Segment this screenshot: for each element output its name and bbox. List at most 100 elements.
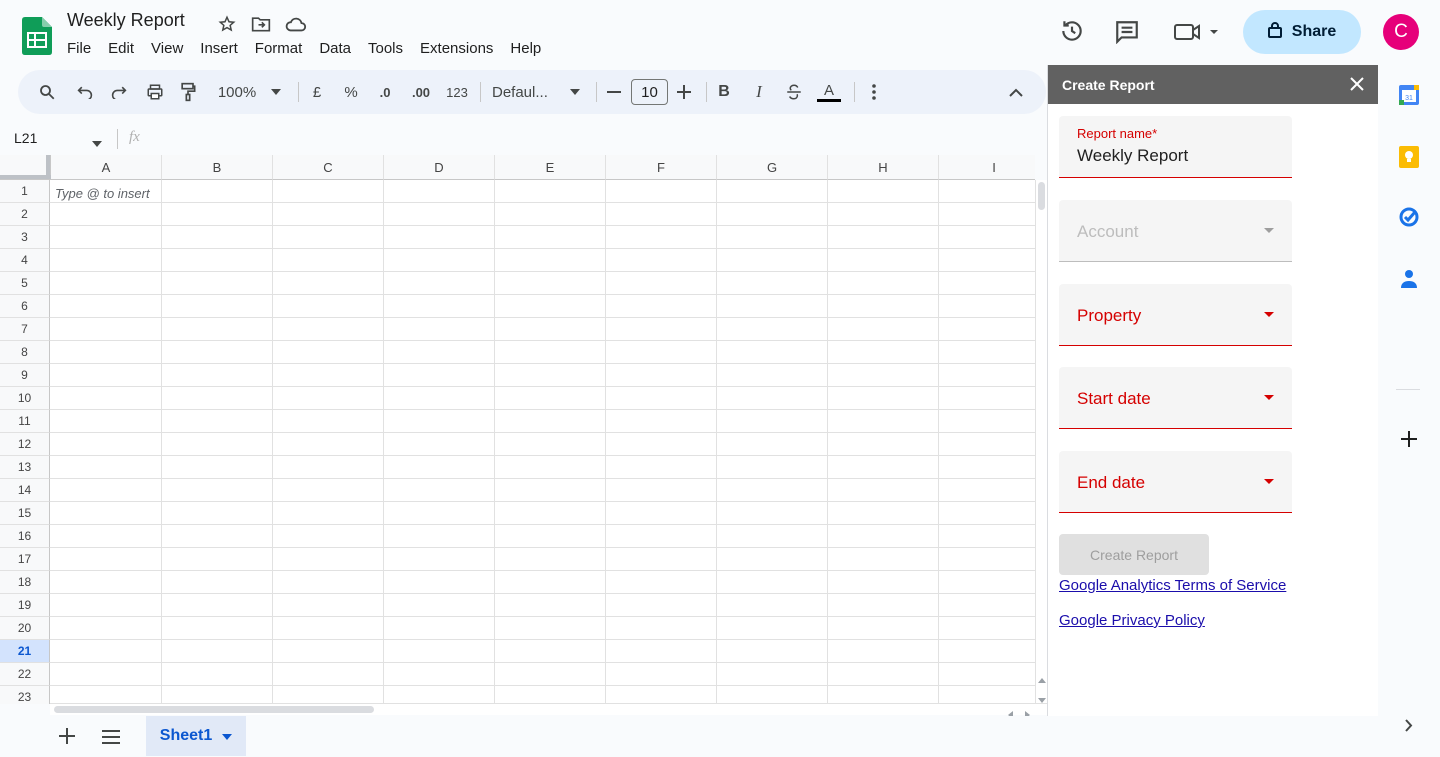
sheet-tab-active[interactable]: Sheet1 — [146, 716, 246, 756]
menu-format[interactable]: Format — [255, 40, 303, 57]
row-header[interactable]: 10 — [0, 387, 50, 410]
column-header[interactable]: B — [162, 155, 273, 180]
spreadsheet-grid[interactable]: A B C D E F G H I 1 2 3 4 5 6 7 8 9 10 1… — [0, 155, 1035, 704]
scroll-thumb[interactable] — [54, 706, 374, 713]
end-date-select[interactable]: End date — [1059, 451, 1292, 513]
row-header[interactable]: 19 — [0, 594, 50, 617]
start-date-select[interactable]: Start date — [1059, 367, 1292, 429]
paint-format-icon[interactable] — [175, 70, 201, 114]
row-header[interactable]: 18 — [0, 571, 50, 594]
column-header[interactable]: H — [828, 155, 939, 180]
document-title[interactable]: Weekly Report — [67, 10, 185, 31]
row-header[interactable]: 5 — [0, 272, 50, 295]
row-header[interactable]: 17 — [0, 548, 50, 571]
keep-icon[interactable] — [1399, 146, 1419, 173]
row-header[interactable]: 14 — [0, 479, 50, 502]
vertical-scrollbar[interactable] — [1035, 180, 1047, 715]
decrease-font-size-icon[interactable] — [605, 70, 623, 114]
row-header[interactable]: 12 — [0, 433, 50, 456]
create-report-button[interactable]: Create Report — [1059, 534, 1209, 575]
name-box[interactable]: L21 — [14, 130, 37, 146]
horizontal-scrollbar[interactable] — [50, 703, 1047, 719]
all-sheets-icon[interactable] — [102, 730, 120, 749]
row-header[interactable]: 11 — [0, 410, 50, 433]
menu-file[interactable]: File — [67, 40, 91, 57]
menu-data[interactable]: Data — [319, 40, 351, 57]
row-header[interactable]: 6 — [0, 295, 50, 318]
redo-icon[interactable] — [106, 70, 132, 114]
get-addons-icon[interactable] — [1401, 431, 1417, 452]
font-caret-icon[interactable] — [568, 70, 582, 114]
menu-tools[interactable]: Tools — [368, 40, 403, 57]
percent-format-button[interactable]: % — [340, 70, 362, 114]
number-format-button[interactable]: 123 — [443, 70, 471, 114]
privacy-policy-link[interactable]: Google Privacy Policy — [1059, 612, 1205, 629]
terms-of-service-link[interactable]: Google Analytics Terms of Service — [1059, 577, 1286, 594]
sheet-tab-caret-icon[interactable] — [222, 727, 233, 745]
zoom-caret-icon[interactable] — [269, 70, 283, 114]
column-header[interactable]: G — [717, 155, 828, 180]
share-button[interactable]: Share — [1243, 10, 1361, 54]
sheets-logo-icon[interactable] — [22, 17, 52, 55]
row-header[interactable]: 23 — [0, 686, 50, 704]
tasks-icon[interactable] — [1399, 207, 1419, 232]
italic-button[interactable]: I — [749, 70, 769, 114]
cell-a1-hint[interactable]: Type @ to insert — [55, 186, 150, 201]
version-history-icon[interactable] — [1058, 17, 1086, 45]
menu-insert[interactable]: Insert — [200, 40, 238, 57]
row-header[interactable]: 8 — [0, 341, 50, 364]
column-header[interactable]: F — [606, 155, 717, 180]
meet-call-icon[interactable] — [1172, 18, 1222, 46]
account-avatar[interactable]: C — [1383, 14, 1419, 50]
column-header[interactable]: D — [384, 155, 495, 180]
column-header[interactable]: I — [939, 155, 1035, 180]
decrease-decimal-button[interactable]: .0 — [372, 70, 398, 114]
row-header[interactable]: 22 — [0, 663, 50, 686]
move-folder-icon[interactable] — [250, 13, 272, 35]
close-icon[interactable] — [1350, 77, 1364, 96]
menu-edit[interactable]: Edit — [108, 40, 134, 57]
increase-font-size-icon[interactable] — [675, 70, 693, 114]
menu-help[interactable]: Help — [510, 40, 541, 57]
show-side-panel-icon[interactable] — [1405, 719, 1413, 737]
menu-view[interactable]: View — [151, 40, 183, 57]
contacts-icon[interactable] — [1400, 269, 1418, 294]
report-name-field[interactable]: Report name* Weekly Report — [1059, 116, 1292, 178]
star-icon[interactable] — [216, 13, 238, 35]
row-header[interactable]: 3 — [0, 226, 50, 249]
undo-icon[interactable] — [72, 70, 98, 114]
account-select[interactable]: Account — [1059, 200, 1292, 262]
search-menus-icon[interactable] — [34, 70, 60, 114]
collapse-menus-icon[interactable] — [1006, 70, 1026, 114]
row-header[interactable]: 1 — [0, 180, 50, 203]
row-header[interactable]: 16 — [0, 525, 50, 548]
scroll-up-icon[interactable] — [1038, 670, 1046, 688]
select-all-corner[interactable] — [0, 155, 51, 180]
row-header[interactable]: 4 — [0, 249, 50, 272]
font-size-input[interactable]: 10 — [631, 79, 668, 105]
name-box-caret-icon[interactable] — [92, 134, 102, 152]
row-header[interactable]: 13 — [0, 456, 50, 479]
print-icon[interactable] — [142, 70, 168, 114]
report-name-value[interactable]: Weekly Report — [1077, 146, 1188, 166]
bold-button[interactable]: B — [714, 70, 734, 114]
column-header[interactable]: C — [273, 155, 384, 180]
scroll-thumb[interactable] — [1038, 182, 1045, 210]
more-options-icon[interactable] — [864, 70, 884, 114]
comments-icon[interactable] — [1113, 18, 1141, 46]
increase-decimal-button[interactable]: .00 — [407, 70, 435, 114]
calendar-icon[interactable]: 31 — [1399, 85, 1419, 110]
column-header[interactable]: A — [51, 155, 162, 180]
text-color-button[interactable]: A — [816, 70, 842, 114]
font-family-select[interactable]: Defaul... — [492, 70, 558, 114]
currency-format-button[interactable]: £ — [307, 70, 327, 114]
menu-extensions[interactable]: Extensions — [420, 40, 493, 57]
zoom-select[interactable]: 100% — [214, 70, 260, 114]
cloud-saved-icon[interactable] — [285, 13, 307, 35]
row-header-selected[interactable]: 21 — [0, 640, 50, 663]
row-header[interactable]: 15 — [0, 502, 50, 525]
row-header[interactable]: 7 — [0, 318, 50, 341]
row-header[interactable]: 20 — [0, 617, 50, 640]
row-header[interactable]: 2 — [0, 203, 50, 226]
formula-input[interactable] — [160, 126, 1035, 152]
